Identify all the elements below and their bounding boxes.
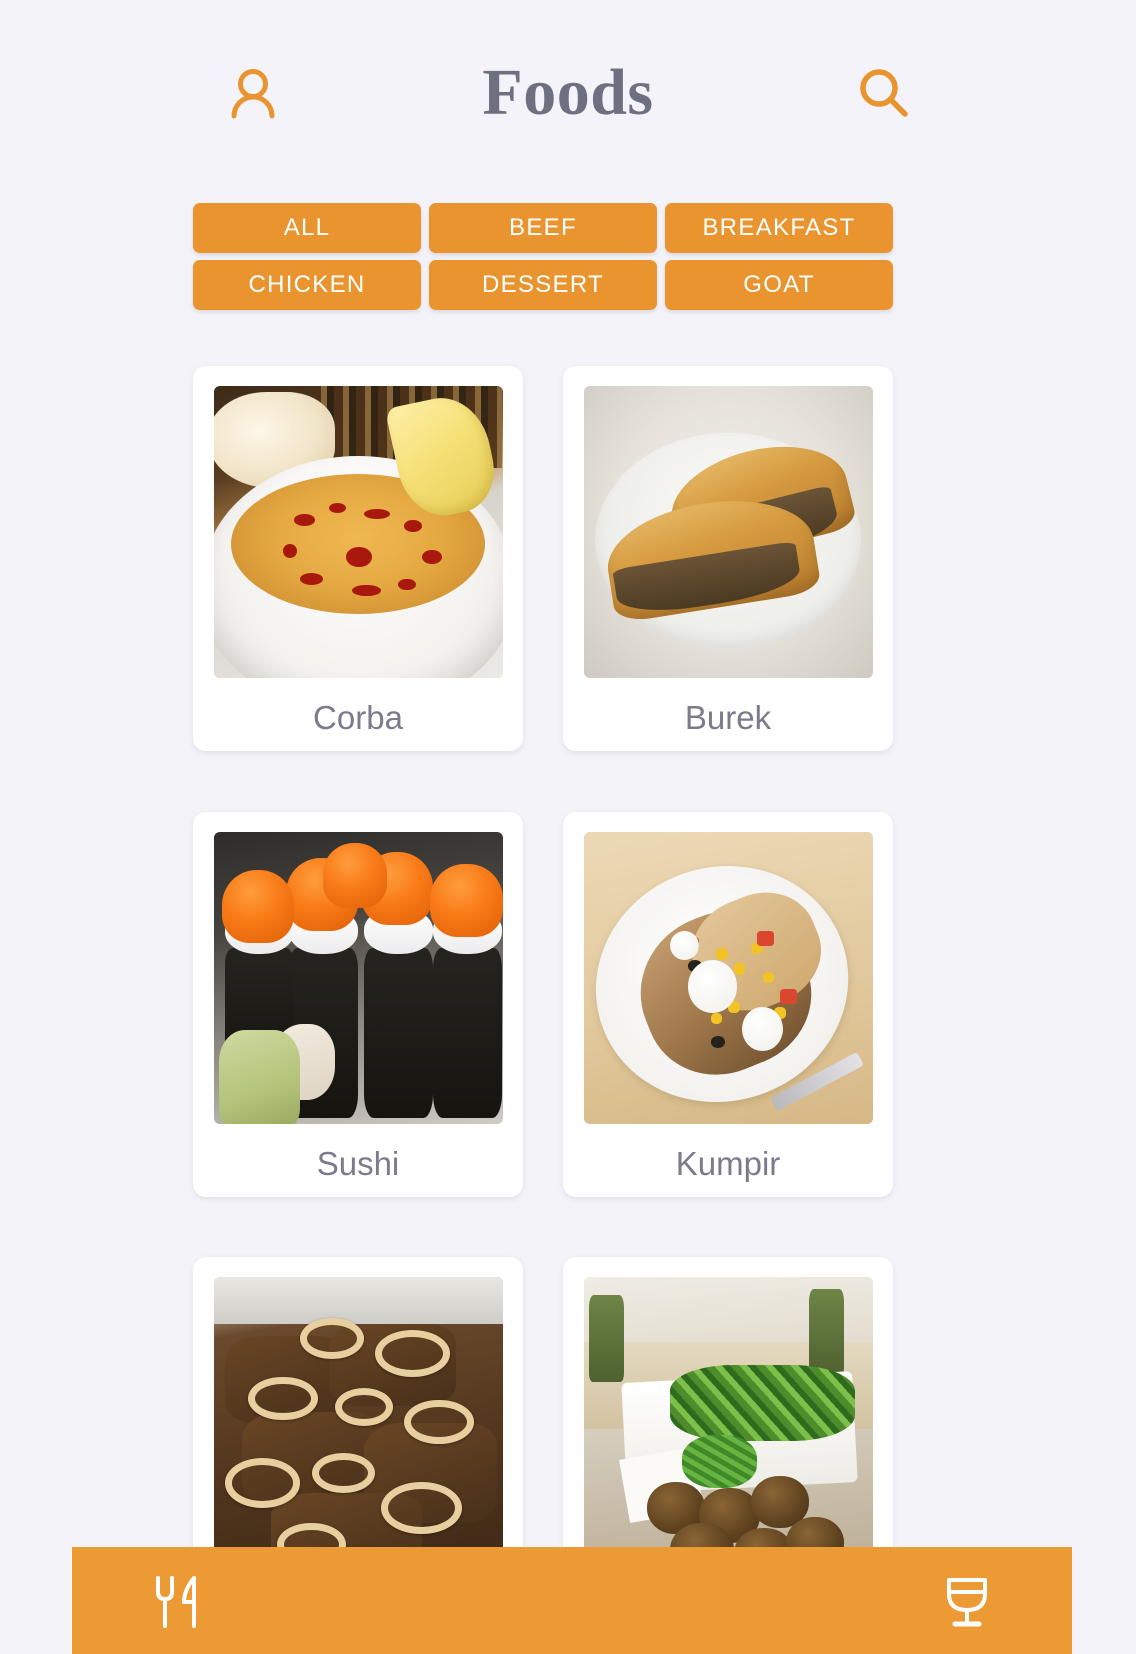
wine-glass-icon — [947, 1577, 987, 1626]
food-name: Sushi — [316, 1144, 400, 1182]
food-image-falafel — [583, 1277, 873, 1570]
category-button-all[interactable]: ALL — [193, 203, 421, 253]
category-button-goat[interactable]: GOAT — [665, 260, 893, 310]
food-image-corba — [213, 386, 503, 678]
search-button[interactable] — [848, 58, 918, 128]
search-icon — [860, 68, 908, 117]
food-card[interactable]: Burek — [563, 366, 893, 751]
food-image-burek — [583, 386, 873, 678]
category-filter-bar: ALL BEEF BREAKFAST CHICKEN DESSERT GOAT — [193, 203, 893, 310]
food-card[interactable]: Corba — [193, 366, 523, 751]
food-name: Burek — [684, 699, 772, 736]
category-button-breakfast[interactable]: BREAKFAST — [665, 203, 893, 253]
food-card[interactable]: Sushi — [193, 811, 523, 1197]
category-button-beef[interactable]: BEEF — [429, 203, 657, 253]
drinks-tab-button[interactable] — [930, 1564, 1004, 1638]
food-card-grid: Corba Burek Sushi Kumpir — [193, 366, 893, 1654]
meals-tab-button[interactable] — [140, 1564, 214, 1638]
food-image-kumpir — [583, 831, 873, 1124]
category-button-chicken[interactable]: CHICKEN — [193, 260, 421, 310]
page-title: Foods — [482, 55, 654, 129]
person-icon — [231, 68, 275, 118]
category-button-dessert[interactable]: DESSERT — [429, 260, 657, 310]
header-inner: Foods — [218, 43, 918, 143]
food-image-beef — [213, 1277, 503, 1570]
food-name: Kumpir — [675, 1144, 781, 1182]
fork-knife-icon — [156, 1575, 196, 1628]
foods-app-screen: Foods ALL BEEF BREAKFAST CHICKEN DESSERT… — [0, 0, 1136, 1654]
food-card[interactable]: Kumpir — [563, 811, 893, 1197]
bottom-navigation-bar — [72, 1547, 1072, 1654]
food-image-sushi — [213, 831, 503, 1124]
profile-button[interactable] — [218, 58, 288, 128]
food-name: Corba — [313, 699, 403, 736]
app-header: Foods — [0, 0, 1136, 185]
